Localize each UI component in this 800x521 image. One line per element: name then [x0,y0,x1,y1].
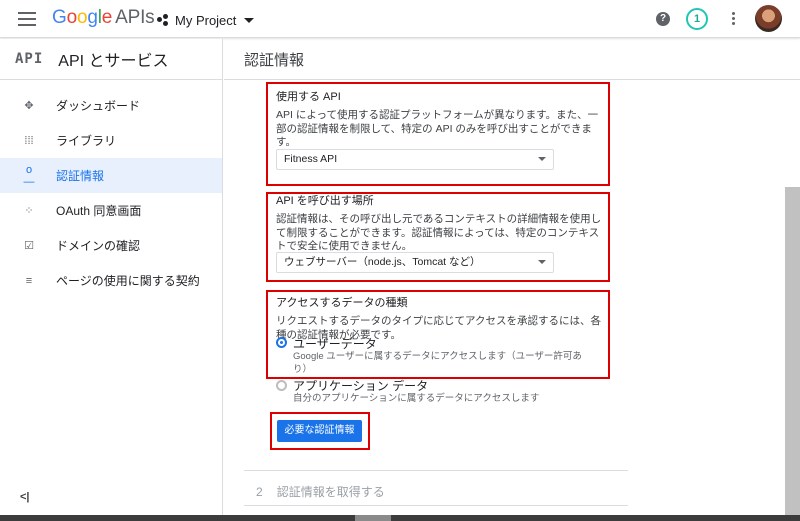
caller-section-description: 認証情報は、その呼び出し元であるコンテキストの詳細情報を使用して制限することがで… [276,213,602,252]
api-select-value: Fitness API [284,153,338,165]
sidebar-header: API API とサービス [0,39,222,80]
sidebar-item-oauth-consent[interactable]: ⁘ OAuth 同意画面 [0,193,222,228]
sidebar-title: API とサービス [58,53,169,70]
sidebar-item-domain-verification[interactable]: ☑ ドメインの確認 [0,228,222,263]
required-credentials-button[interactable]: 必要な認証情報 [277,420,362,442]
caller-select-value: ウェブサーバー（node.js、Tomcat など） [284,256,481,268]
divider [244,505,628,506]
main-content: 認証情報 使用する API API によって使用する認証プラットフォームが異なり… [224,39,800,521]
sidebar-item-label: ダッシュボード [56,99,141,113]
more-vert-icon[interactable] [731,12,735,26]
caller-section: API を呼び出す場所 認証情報は、その呼び出し元であるコンテキストの詳細情報を… [276,192,606,254]
sidebar: API API とサービス ✥ ダッシュボード ⁞⁞⁞ ライブラリ o— 認証情… [0,39,223,521]
caller-select[interactable]: ウェブサーバー（node.js、Tomcat など） [276,252,554,273]
horizontal-scrollbar[interactable] [0,515,800,521]
scrollbar-thumb[interactable] [355,515,391,521]
step-2-get-credentials[interactable]: 2 認証情報を取得する [256,483,385,500]
sidebar-item-library[interactable]: ⁞⁞⁞ ライブラリ [0,123,222,158]
api-select[interactable]: Fitness API [276,149,554,170]
step-label: 認証情報を取得する [276,485,385,499]
radio-user-data-help: Google ユーザーに属するデータにアクセスします（ユーザー許可あり） [293,351,582,375]
logo-letter: G [52,7,67,28]
page-title: 認証情報 [244,51,305,69]
caller-section-title: API を呼び出す場所 [276,195,374,207]
project-selector[interactable]: My Project [157,11,255,29]
menu-icon[interactable] [18,12,36,26]
chevron-down-icon [244,17,255,23]
key-icon: o— [23,163,35,188]
sidebar-item-credentials[interactable]: o— 認証情報 [0,158,222,193]
api-logo: API [15,51,44,67]
notification-badge[interactable]: 1 [686,8,708,30]
logo-letter: o [66,7,78,28]
radio-application-data-help: 自分のアプリケーションに属するデータにアクセスします [293,393,540,404]
logo-apis-text: APIs [115,7,155,28]
dropdown-arrow-icon [538,260,546,264]
logo-letter: e [101,7,113,28]
help-icon[interactable]: ? [656,12,670,26]
main-header: 認証情報 [224,39,800,80]
sidebar-item-page-usage-agreements[interactable]: ≡ ページの使用に関する契約 [0,263,222,298]
dashboard-icon: ✥ [24,100,34,112]
logo-letter: o [76,7,88,28]
divider [244,470,628,471]
sidebar-item-label: ドメインの確認 [56,239,141,253]
sidebar-item-label: ページの使用に関する契約 [56,274,200,288]
collapse-sidebar-icon[interactable]: <| [20,491,30,503]
api-section: 使用する API API によって使用する認証プラットフォームが異なります。また… [276,88,606,150]
data-type-section-title: アクセスするデータの種類 [276,297,408,309]
verify-icon: ☑ [24,240,34,252]
library-icon: ⁞⁞⁞ [24,134,34,147]
sidebar-item-label: ライブラリ [56,134,117,148]
sidebar-item-label: 認証情報 [56,169,105,183]
logo-letter: g [87,7,98,28]
top-app-bar: Google APIs My Project ? 1 [0,0,800,38]
consent-icon: ⁘ [24,205,34,217]
sidebar-item-dashboard[interactable]: ✥ ダッシュボード [0,88,222,123]
api-section-title: 使用する API [276,91,341,103]
project-icon [157,14,169,26]
avatar[interactable] [755,5,782,32]
api-section-description: API によって使用する認証プラットフォームが異なります。また、一部の認証情報を… [276,109,599,148]
step-number: 2 [256,485,263,499]
radio-application-data[interactable] [276,380,287,391]
nav-list: ✥ ダッシュボード ⁞⁞⁞ ライブラリ o— 認証情報 ⁘ OAuth 同意画面… [0,80,222,298]
dropdown-arrow-icon [538,157,546,161]
project-name: My Project [175,12,237,28]
agreement-icon: ≡ [25,274,33,287]
vertical-scrollbar[interactable] [785,187,800,521]
google-apis-logo[interactable]: Google APIs [52,7,155,29]
radio-user-data[interactable] [276,337,287,348]
sidebar-item-label: OAuth 同意画面 [56,204,142,218]
